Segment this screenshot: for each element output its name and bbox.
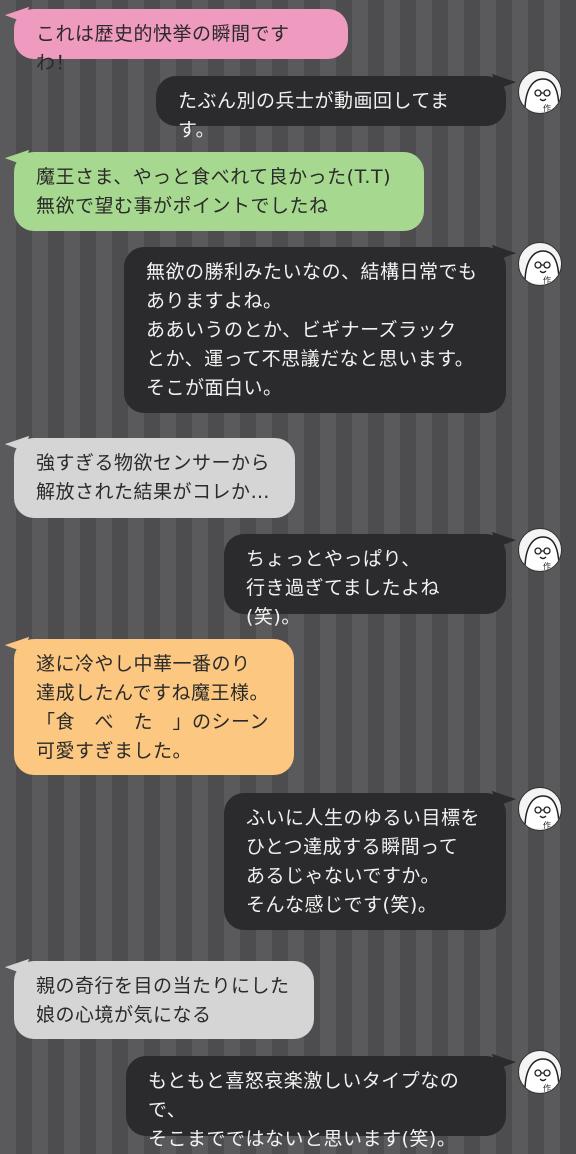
chat-bubble: もともと喜怒哀楽激しいタイプなので、 そこまでではないと思います(笑)。 xyxy=(126,1056,506,1150)
chat-bubble: 強すぎる物欲センサーから 解放された結果がコレか… xyxy=(14,438,295,518)
author-avatar-icon: 作 xyxy=(518,242,562,286)
svg-text:作: 作 xyxy=(543,275,551,285)
chat-bubble: 魔王さま、やっと食べれて良かった(T.T) 無欲で望む事がポイントでしたね xyxy=(14,152,424,231)
author-avatar-icon: 作 xyxy=(518,528,562,572)
svg-text:作: 作 xyxy=(543,1083,551,1093)
chat-bubble: 親の奇行を目の当たりにした 娘の心境が気になる xyxy=(14,961,314,1039)
chat-bubble: これは歴史的快挙の瞬間ですわ！ xyxy=(14,9,348,74)
chat-bubble: 無欲の勝利みたいなの、結構日常でも ありますよね。 ああいうのとか、ビギナーズラ… xyxy=(124,247,506,413)
chat-bubble: ちょっとやっぱり、 行き過ぎてましたよね(笑)。 xyxy=(224,534,506,628)
chat-bubble: たぶん別の兵士が動画回してます。 xyxy=(156,76,506,141)
author-avatar-icon: 作 xyxy=(518,787,562,831)
svg-text:作: 作 xyxy=(543,561,551,571)
chat-bubble: 遂に冷やし中華一番のり 達成したんですね魔王様。 「食 べ た 」のシーン 可愛… xyxy=(14,639,294,775)
svg-text:作: 作 xyxy=(543,103,551,113)
svg-text:作: 作 xyxy=(543,820,551,830)
author-avatar-icon: 作 xyxy=(518,70,562,114)
author-avatar-icon: 作 xyxy=(518,1050,562,1094)
chat-bubble: ふいに人生のゆるい目標を ひとつ達成する瞬間って あるじゃないですか。 そんな感… xyxy=(224,793,506,930)
